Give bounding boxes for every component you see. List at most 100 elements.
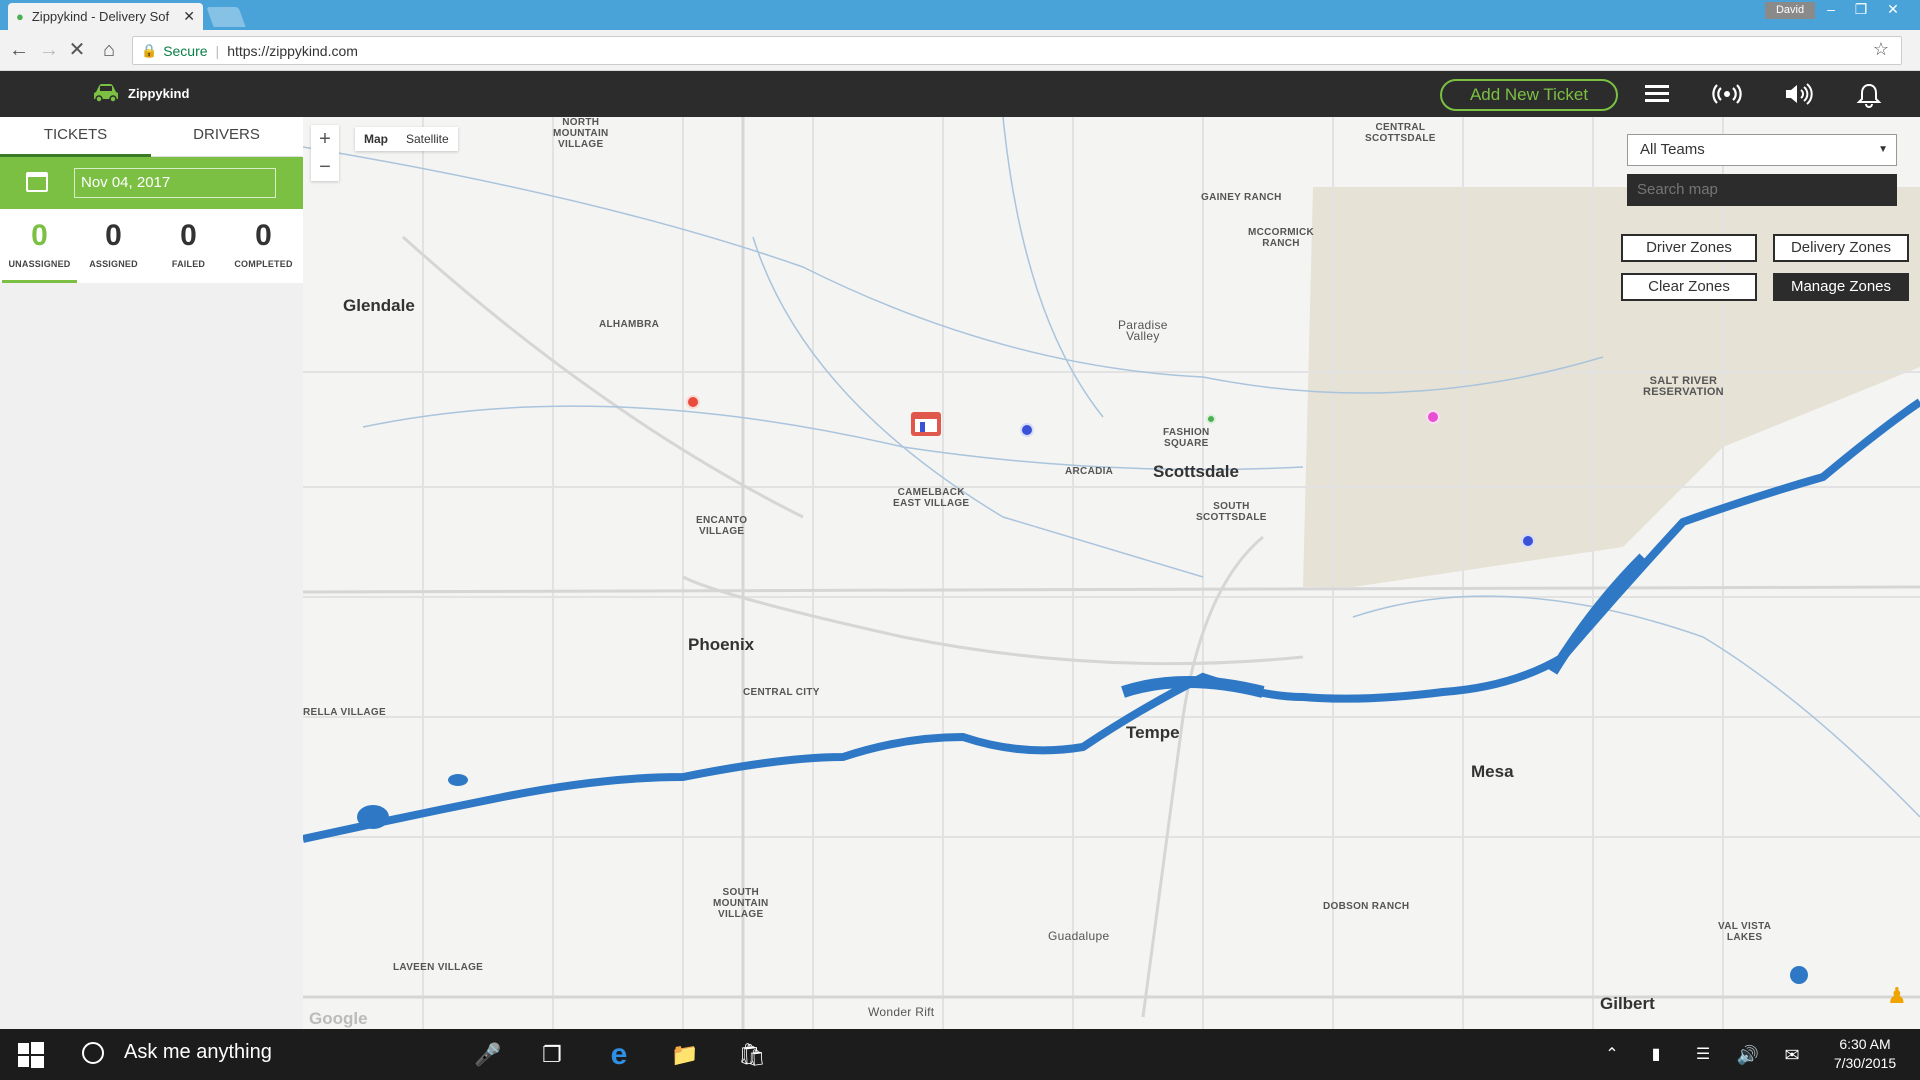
- map-type-map[interactable]: Map: [355, 127, 397, 151]
- car-icon: [94, 84, 118, 103]
- system-clock[interactable]: 6:30 AM 7/30/2015: [1820, 1035, 1910, 1073]
- area-label: VAL VISTA LAKES: [1718, 921, 1772, 943]
- file-explorer-icon[interactable]: 📁: [668, 1039, 702, 1071]
- city-label: Glendale: [343, 296, 415, 315]
- close-tab-icon[interactable]: ✕: [183, 8, 195, 25]
- area-label: ENCANTO VILLAGE: [696, 515, 748, 537]
- back-icon[interactable]: ←: [7, 38, 31, 62]
- map-type-satellite[interactable]: Satellite: [397, 127, 458, 151]
- zoom-in-button[interactable]: +: [311, 125, 339, 153]
- new-tab-button[interactable]: [206, 7, 246, 27]
- area-label: CENTRAL CITY: [743, 687, 820, 698]
- city-label: Paradise Valley: [1118, 318, 1168, 343]
- area-label: LAVEEN VILLAGE: [393, 962, 484, 973]
- map-canvas[interactable]: Glendale Phoenix Scottsdale Tempe Mesa G…: [303, 117, 1920, 1029]
- clock-date: 7/30/2015: [1833, 1055, 1897, 1071]
- close-window-icon[interactable]: ✕: [1878, 0, 1908, 20]
- stat-unassigned[interactable]: 0 UNASSIGNED: [2, 209, 77, 283]
- cortana-search[interactable]: Ask me anything: [82, 1041, 272, 1064]
- notification-bell-icon[interactable]: [1854, 82, 1884, 108]
- chevron-up-icon[interactable]: ⌃: [1595, 1039, 1629, 1071]
- lock-icon: 🔒: [141, 42, 158, 58]
- zoom-control: + −: [311, 125, 339, 181]
- chevron-down-icon: ▼: [1878, 144, 1888, 155]
- tab-title: Zippykind - Delivery Sof: [31, 9, 170, 24]
- store-icon[interactable]: 🛍: [735, 1039, 769, 1071]
- task-view-icon[interactable]: ❐: [535, 1039, 569, 1071]
- stat-label: COMPLETED: [234, 259, 293, 269]
- area-label: CENTRAL SCOTTSDALE: [1365, 122, 1436, 144]
- stat-label: UNASSIGNED: [8, 259, 71, 269]
- menu-icon[interactable]: [1642, 82, 1672, 108]
- driver-zones-button[interactable]: Driver Zones: [1621, 234, 1757, 262]
- cortana-icon: [82, 1041, 104, 1064]
- stat-assigned[interactable]: 0 ASSIGNED: [76, 209, 151, 283]
- stat-value: 0: [105, 219, 122, 252]
- search-map-input[interactable]: [1627, 174, 1897, 206]
- tab-drivers[interactable]: DRIVERS: [151, 117, 302, 157]
- city-label: Gilbert: [1600, 994, 1655, 1013]
- date-bar: Nov 04, 2017: [0, 157, 303, 209]
- delivery-zones-button[interactable]: Delivery Zones: [1773, 234, 1909, 262]
- browser-user-badge[interactable]: David: [1765, 2, 1815, 19]
- sidebar: TICKETS DRIVERS Nov 04, 2017 0 UNASSIGNE…: [0, 117, 303, 1029]
- manage-zones-button[interactable]: Manage Zones: [1773, 273, 1909, 301]
- brand-name: Zippykind: [128, 85, 190, 101]
- zone-panel: All Teams ▼ Driver Zones Delivery Zones …: [1616, 129, 1914, 301]
- map-pin-blue[interactable]: [1521, 534, 1535, 548]
- speaker-icon[interactable]: 🔊: [1731, 1039, 1765, 1071]
- city-label: Mesa: [1471, 762, 1514, 781]
- date-picker-input[interactable]: Nov 04, 2017: [74, 168, 276, 198]
- secure-label: Secure: [163, 42, 208, 59]
- wifi-icon[interactable]: ☰: [1686, 1039, 1720, 1071]
- add-new-ticket-button[interactable]: Add New Ticket: [1440, 79, 1618, 111]
- map-pin-red[interactable]: [686, 395, 700, 409]
- microphone-icon[interactable]: 🎤: [471, 1039, 505, 1071]
- url-bar[interactable]: 🔒 Secure | https://zippykind.com ☆: [132, 36, 1902, 65]
- calendar-icon[interactable]: [26, 172, 48, 192]
- broadcast-icon[interactable]: [1712, 82, 1742, 108]
- location-pin-icon: ●: [16, 9, 24, 24]
- stat-completed[interactable]: 0 COMPLETED: [226, 209, 301, 283]
- clear-zones-button[interactable]: Clear Zones: [1621, 273, 1757, 301]
- map-pin-pink[interactable]: [1426, 410, 1440, 424]
- map-type-control: Map Satellite: [355, 127, 458, 151]
- team-select[interactable]: All Teams ▼: [1627, 134, 1897, 166]
- stop-icon[interactable]: ✕: [65, 38, 89, 62]
- stat-label: ASSIGNED: [89, 259, 138, 269]
- restore-icon[interactable]: ❐: [1846, 0, 1876, 20]
- browser-tab-bar: ● Zippykind - Delivery Sof ✕ David – ❐ ✕: [0, 0, 1920, 30]
- area-label: SOUTH MOUNTAIN VILLAGE: [713, 887, 769, 920]
- ticket-stats: 0 UNASSIGNED 0 ASSIGNED 0 FAILED 0 COMPL…: [0, 209, 303, 283]
- action-center-icon[interactable]: ✉: [1775, 1039, 1809, 1071]
- area-label: CAMELBACK EAST VILLAGE: [893, 487, 970, 509]
- clock-time: 6:30 AM: [1839, 1036, 1891, 1052]
- url-text: https://zippykind.com: [227, 42, 358, 59]
- area-label: FASHION SQUARE: [1163, 427, 1210, 449]
- volume-icon[interactable]: [1784, 82, 1814, 108]
- map-pin-blue[interactable]: [1020, 423, 1034, 437]
- minimize-icon[interactable]: –: [1816, 0, 1846, 20]
- city-label: Wonder Rift: [868, 1005, 935, 1019]
- battery-icon[interactable]: ▮: [1639, 1039, 1673, 1071]
- stat-failed[interactable]: 0 FAILED: [151, 209, 226, 283]
- windows-start-icon[interactable]: [18, 1042, 44, 1068]
- forward-icon[interactable]: →: [37, 38, 61, 62]
- area-label: SOUTH SCOTTSDALE: [1196, 501, 1267, 523]
- zoom-out-button[interactable]: −: [311, 153, 339, 181]
- bookmark-star-icon[interactable]: ☆: [1873, 39, 1889, 60]
- city-label: Phoenix: [688, 635, 755, 654]
- stat-value: 0: [255, 219, 272, 252]
- browser-tab[interactable]: ● Zippykind - Delivery Sof ✕: [8, 3, 203, 30]
- area-label: NORTH MOUNTAIN VILLAGE: [553, 117, 609, 150]
- street-view-pegman-icon[interactable]: ♟: [1887, 983, 1907, 1013]
- app-logo[interactable]: Zippykind: [92, 83, 189, 103]
- edge-browser-icon[interactable]: e: [602, 1039, 636, 1071]
- home-icon[interactable]: ⌂: [97, 38, 121, 62]
- map-pin-green[interactable]: [1206, 414, 1216, 424]
- city-label: Scottsdale: [1153, 462, 1239, 481]
- area-label: ALHAMBRA: [599, 319, 660, 330]
- area-label: DOBSON RANCH: [1323, 901, 1410, 912]
- team-select-value: All Teams: [1640, 141, 1705, 158]
- tab-tickets[interactable]: TICKETS: [0, 117, 151, 157]
